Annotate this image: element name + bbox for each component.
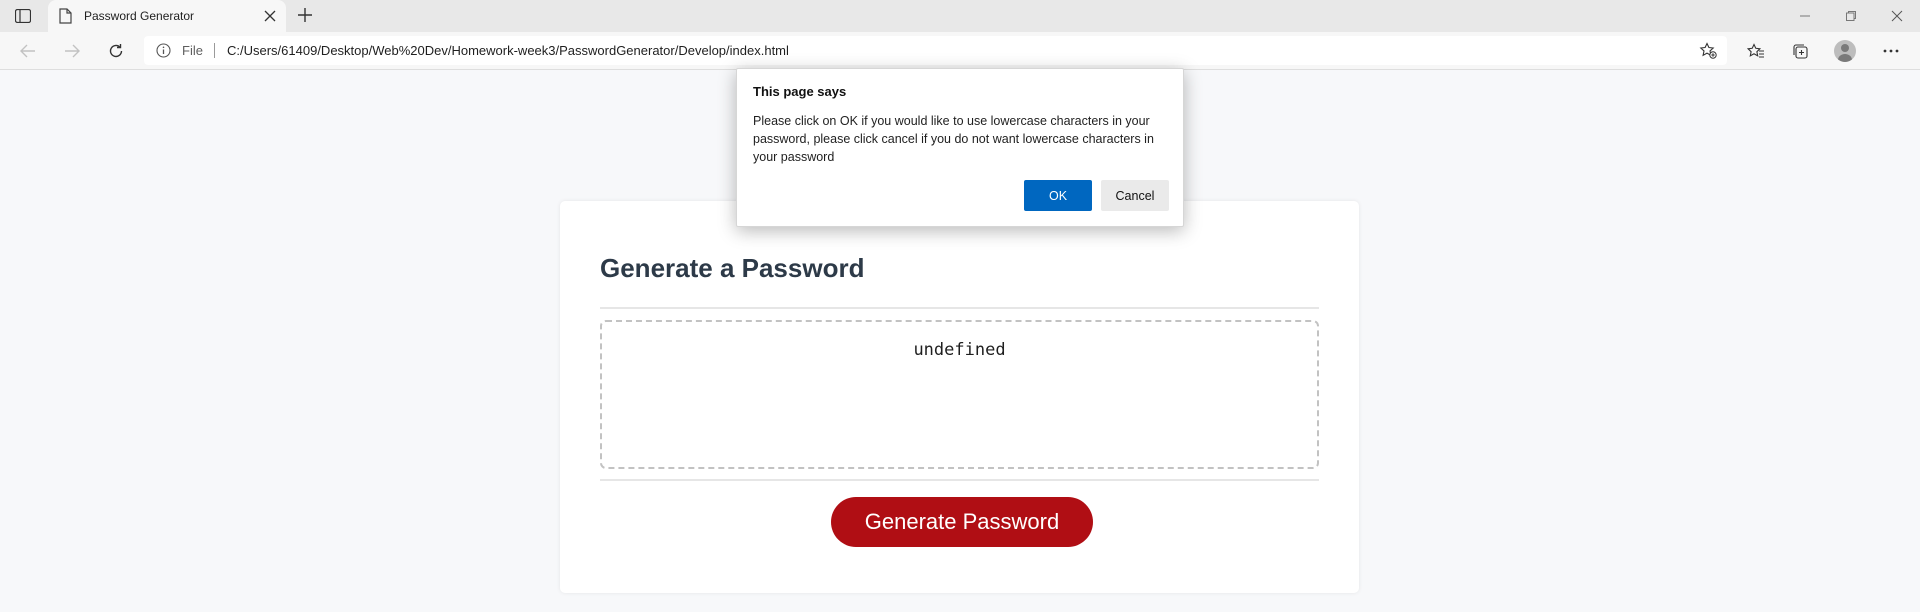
refresh-icon[interactable] bbox=[105, 40, 127, 62]
page-title: Generate a Password bbox=[600, 253, 865, 283]
card-divider-top bbox=[600, 307, 1319, 309]
window-controls bbox=[1782, 0, 1920, 32]
password-text: undefined bbox=[913, 340, 1006, 360]
more-icon[interactable] bbox=[1880, 40, 1902, 62]
generate-password-button[interactable]: Generate Password bbox=[831, 497, 1093, 547]
favorites-icon[interactable] bbox=[1745, 40, 1767, 62]
back-icon[interactable] bbox=[17, 40, 39, 62]
new-tab-icon[interactable] bbox=[297, 7, 313, 28]
card-divider-bottom bbox=[600, 479, 1319, 481]
tab-actions-icon[interactable] bbox=[12, 7, 34, 25]
dialog-title: This page says bbox=[753, 84, 847, 99]
collections-icon[interactable] bbox=[1789, 40, 1811, 62]
password-output[interactable]: undefined bbox=[600, 320, 1319, 469]
url-text[interactable]: C:/Users/61409/Desktop/Web%20Dev/Homewor… bbox=[227, 43, 789, 58]
scheme-label: File bbox=[182, 43, 203, 58]
minimize-icon[interactable] bbox=[1782, 0, 1828, 32]
tab-title: Password Generator bbox=[84, 9, 195, 23]
password-card: Generate a Password undefined Generate P… bbox=[560, 201, 1359, 593]
cancel-button[interactable]: Cancel bbox=[1101, 180, 1169, 211]
browser-tab[interactable]: Password Generator bbox=[48, 0, 286, 32]
info-icon[interactable] bbox=[156, 43, 171, 63]
window-close-icon[interactable] bbox=[1874, 0, 1920, 32]
dialog-message: Please click on OK if you would like to … bbox=[753, 114, 1154, 164]
avatar[interactable] bbox=[1834, 40, 1856, 62]
forward-icon[interactable] bbox=[61, 40, 83, 62]
restore-icon[interactable] bbox=[1828, 0, 1874, 32]
toolbar: File C:/Users/61409/Desktop/Web%20Dev/Ho… bbox=[0, 32, 1920, 70]
add-favorite-icon[interactable] bbox=[1699, 42, 1717, 64]
tab-strip: Password Generator bbox=[0, 0, 1920, 32]
address-separator bbox=[214, 43, 215, 58]
alert-dialog: This page says Please click on OK if you… bbox=[736, 68, 1184, 227]
address-bar[interactable]: File C:/Users/61409/Desktop/Web%20Dev/Ho… bbox=[144, 36, 1727, 65]
ok-button[interactable]: OK bbox=[1024, 180, 1092, 211]
page-icon bbox=[59, 8, 72, 29]
close-icon[interactable] bbox=[264, 9, 276, 27]
